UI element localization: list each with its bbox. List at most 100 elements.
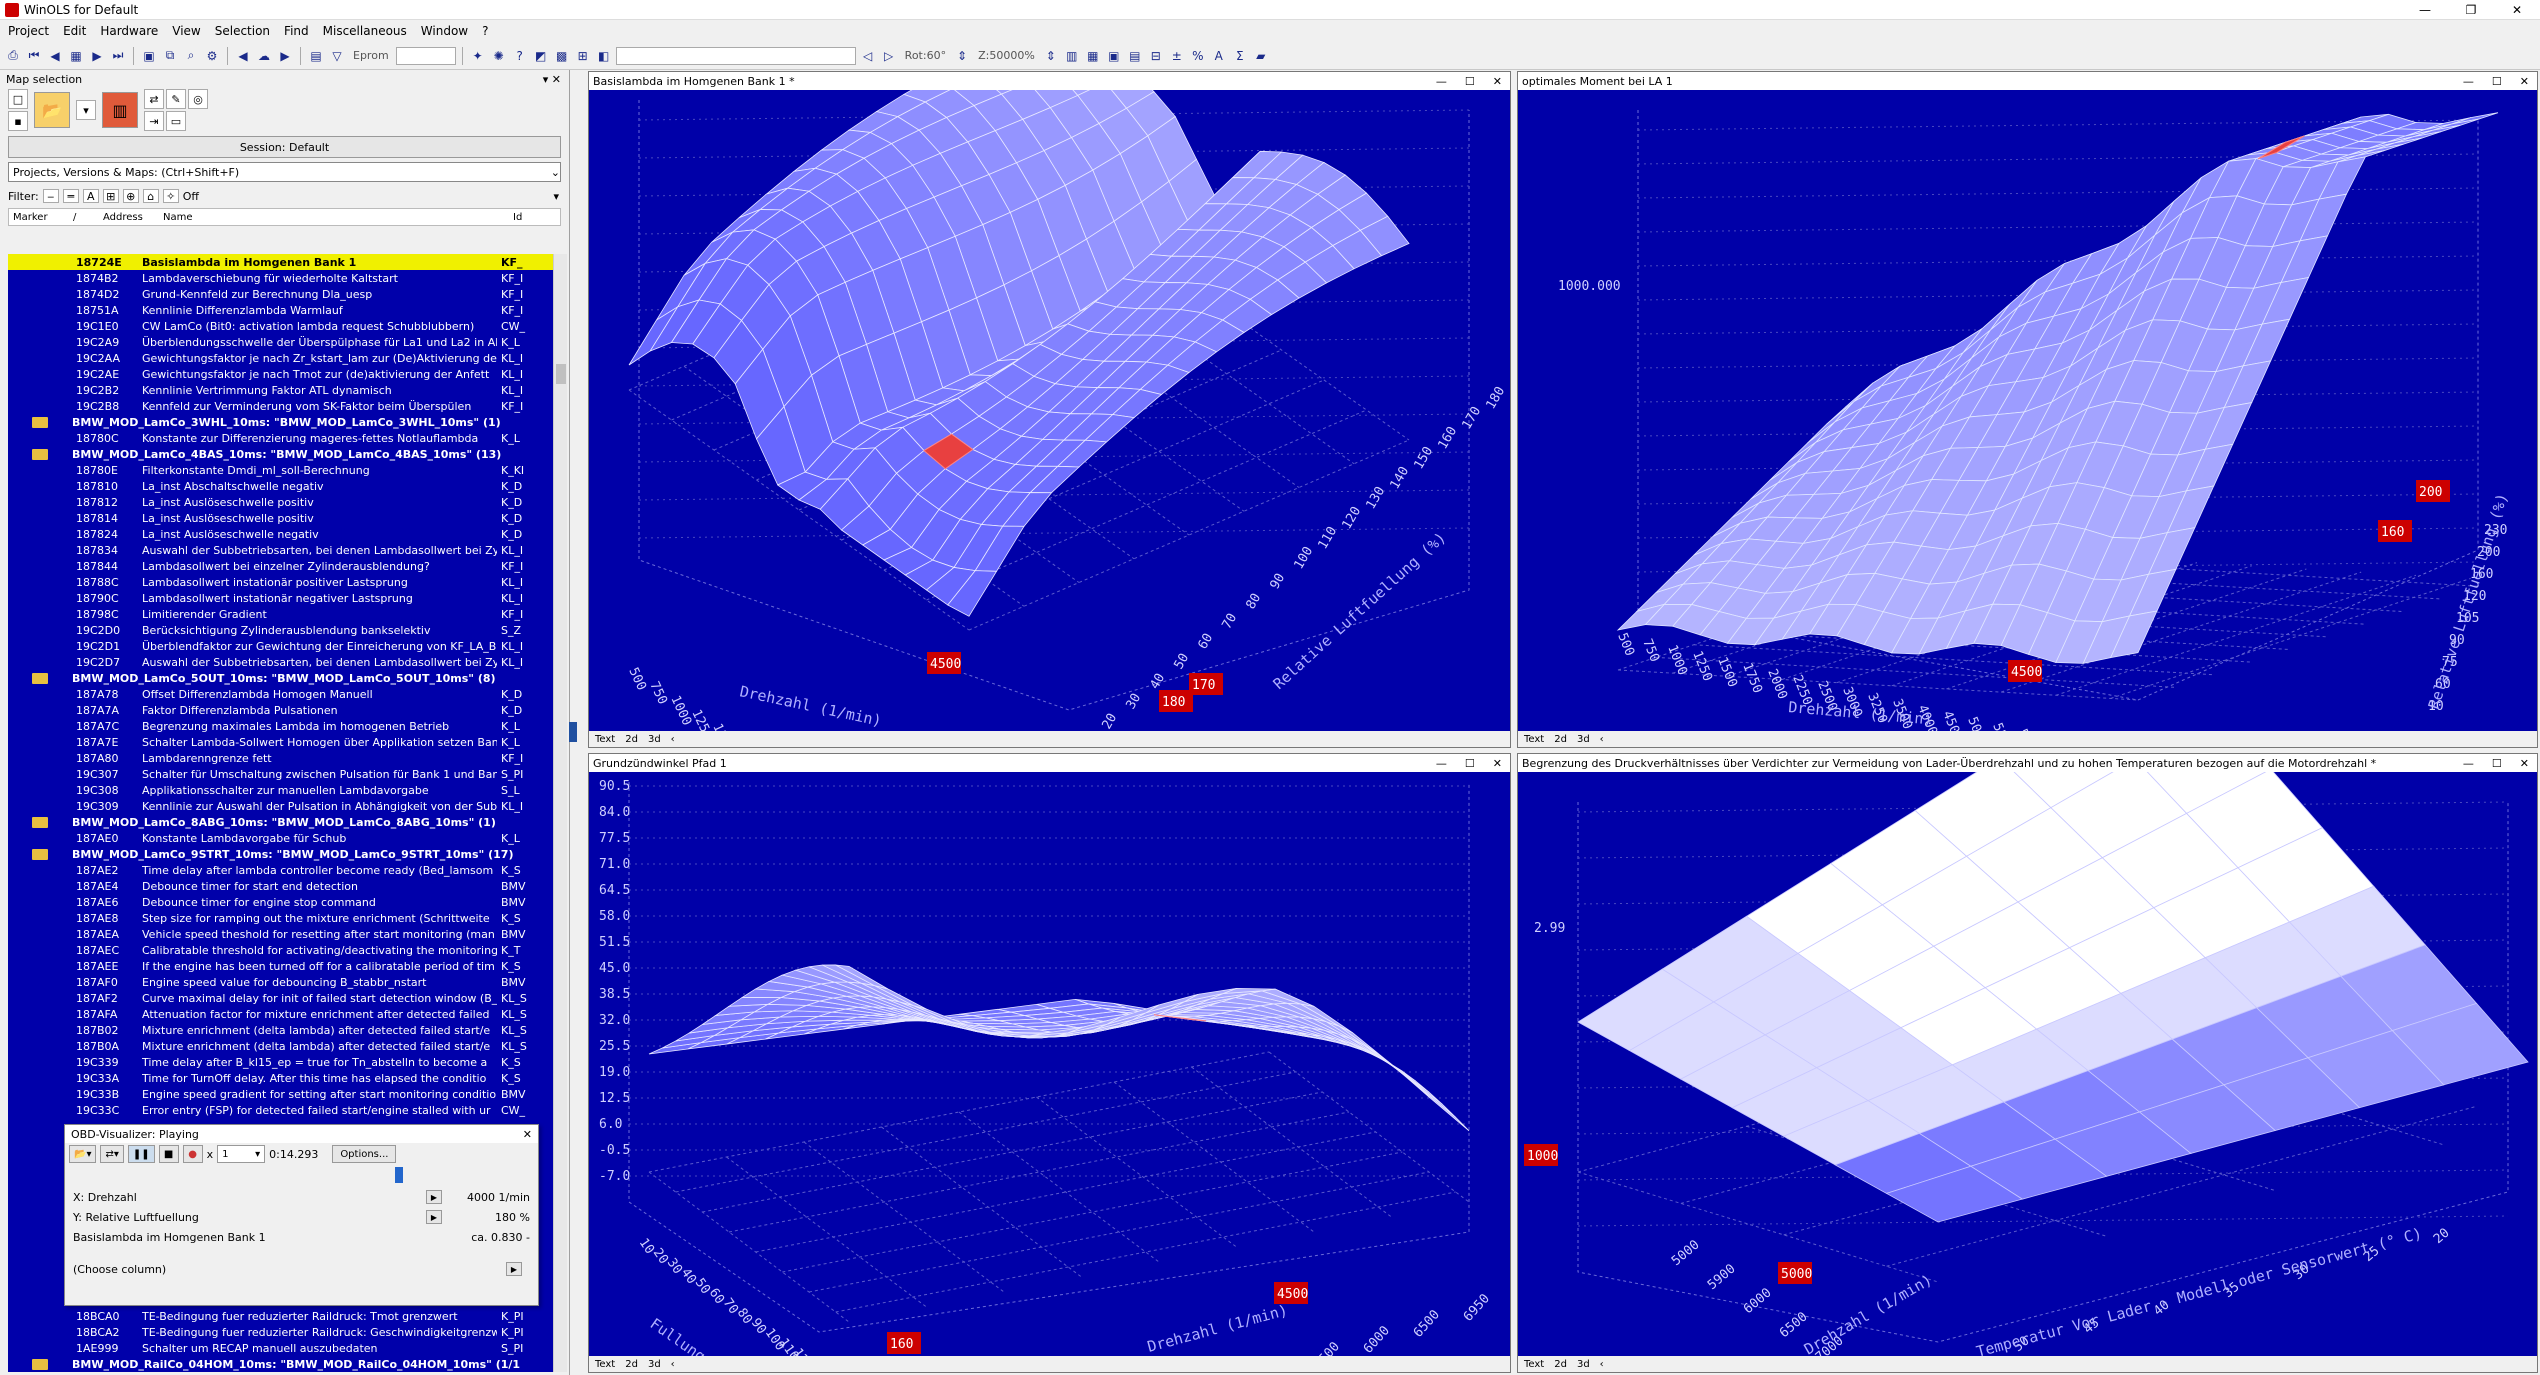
list-folder[interactable]: BMW_MOD_LamCo_8ABG_10ms: "BMW_MOD_LamCo_… xyxy=(8,814,553,830)
list-item[interactable]: 19C308 Applikationsschalter zur manuellen… xyxy=(8,782,553,798)
filter-text-icon[interactable]: A xyxy=(82,189,99,203)
tab-scroll-left-icon[interactable]: ‹ xyxy=(671,734,675,745)
obd-speed-select[interactable]: 1 ▾ xyxy=(217,1145,266,1163)
link-icon[interactable]: ⇄ xyxy=(144,89,164,109)
filter-marked-icon[interactable]: ⊞ xyxy=(102,189,119,203)
open-project-icon[interactable]: 📂 xyxy=(34,92,70,128)
tab-3d[interactable]: 3d xyxy=(1577,1359,1590,1370)
wand-icon[interactable]: ✦ xyxy=(469,47,487,65)
map-3d-view[interactable]: 1000.000500 750 1000 1250 1500 1750 2000 2250 25… xyxy=(1518,90,2537,731)
menu-find[interactable]: Find xyxy=(284,24,309,38)
list-item[interactable]: 19C2AE Gewichtungsfaktor je nach Tmot zur… xyxy=(8,366,553,382)
hex-icon[interactable]: ▣ xyxy=(1105,47,1123,65)
list-item[interactable]: 19C33A Time for TurnOff delay. After this… xyxy=(8,1070,553,1086)
obd-timeline-slider[interactable] xyxy=(65,1165,538,1187)
obd-pause-icon[interactable]: ❚❚ xyxy=(127,1145,155,1163)
list-item[interactable]: 187A7A Faktor Differenzlambda Pulsationen… xyxy=(8,702,553,718)
list-item[interactable]: 19C2AA Gewichtungsfaktor je nach Zr_kstar… xyxy=(8,350,553,366)
export-icon[interactable]: ⇥ xyxy=(144,111,164,131)
list-item[interactable]: 187A80 Lambdarenngrenze fett KF_I xyxy=(8,750,553,766)
close-button[interactable]: ✕ xyxy=(2494,0,2540,20)
splitter-arrow-icon[interactable] xyxy=(569,722,577,742)
list-item[interactable]: 1874D2 Grund-Kennfeld zur Berechnung Dla_… xyxy=(8,286,553,302)
list-item[interactable]: 187AE6 Debounce timer for engine stop com… xyxy=(8,894,553,910)
list-item[interactable]: 19C309 Kennlinie zur Auswahl der Pulsatio… xyxy=(8,798,553,814)
map-window-druckverhaeltnis[interactable]: Begrenzung des Druckverhältnisses über V… xyxy=(1517,753,2538,1373)
tab-3d[interactable]: 3d xyxy=(648,1359,661,1370)
minimize-icon[interactable]: — xyxy=(2463,757,2474,770)
tab-2d[interactable]: 2d xyxy=(1554,1359,1567,1370)
tab-3d[interactable]: 3d xyxy=(1577,734,1590,745)
close-icon[interactable]: ✕ xyxy=(1493,75,1502,88)
list-item[interactable]: 187A7C Begrenzung maximales Lambda im hom… xyxy=(8,718,553,734)
list-folder[interactable]: BMW_MOD_LamCo_5OUT_10ms: "BMW_MOD_LamCo_… xyxy=(8,670,553,686)
tools-icon[interactable]: ⚙ xyxy=(203,47,221,65)
obd-y-arrow-icon[interactable]: ▶ xyxy=(426,1210,442,1224)
map-list-scrollbar[interactable] xyxy=(553,254,567,1372)
list-item[interactable]: 19C33C Error entry (FSP) for detected fai… xyxy=(8,1102,553,1118)
compare-icon[interactable]: ⊞ xyxy=(574,47,592,65)
minimize-icon[interactable]: — xyxy=(2463,75,2474,88)
map-3d-view[interactable]: 5007501000125015002000225025003000350040… xyxy=(589,90,1510,731)
next-icon[interactable]: ▶ xyxy=(276,47,294,65)
grid-icon[interactable]: ▦ xyxy=(67,47,85,65)
map-3d-view[interactable]: 90.5 84.0 77.5 71.0 64.5 58.0 51.5 45.0 38.5 32.0… xyxy=(589,772,1510,1356)
copy-icon[interactable]: ⧉ xyxy=(161,47,179,65)
obd-options-button[interactable]: Options... xyxy=(332,1145,397,1163)
list-item[interactable]: 19C2B2 Kennlinie Vertrimmung Faktor ATL d… xyxy=(8,382,553,398)
list-item[interactable]: 19C33B Engine speed gradient for setting … xyxy=(8,1086,553,1102)
list-item[interactable]: 187AF2 Curve maximal delay for init of fa… xyxy=(8,990,553,1006)
open-dropdown-icon[interactable]: ▾ xyxy=(76,100,96,120)
session-button[interactable]: Session: Default xyxy=(8,136,561,158)
list-item[interactable]: 187A78 Offset Differenzlambda Homogen Man… xyxy=(8,686,553,702)
list-item[interactable]: 19C339 Time delay after B_kl15_ep = true … xyxy=(8,1054,553,1070)
forward-icon[interactable]: ▶ xyxy=(88,47,106,65)
list-item[interactable]: 187AE0 Konstante Lambdavorgabe für Schub K… xyxy=(8,830,553,846)
palette-icon[interactable]: ▰ xyxy=(1252,47,1270,65)
save-icon[interactable]: ▪ xyxy=(8,111,28,131)
list-item[interactable]: 19C2D7 Auswahl der Subbetriebsarten, bei … xyxy=(8,654,553,670)
list-item[interactable]: 187AEE If the engine has been turned off … xyxy=(8,958,553,974)
list-item[interactable]: 187A7E Schalter Lambda-Sollwert Homogen ü… xyxy=(8,734,553,750)
col-marker[interactable]: Marker xyxy=(9,212,69,223)
list-item[interactable]: 19C2B8 Kennfeld zur Verminderung vom SK-F… xyxy=(8,398,553,414)
value-field[interactable] xyxy=(615,46,856,65)
left-arrow-icon[interactable]: ◁ xyxy=(859,47,877,65)
prev-icon[interactable]: ◀ xyxy=(234,47,252,65)
new-file-icon[interactable]: □ xyxy=(8,89,28,109)
list-item[interactable]: 187AEA Vehicle speed theshold for resetti… xyxy=(8,926,553,942)
list-item[interactable]: 18788C Lambdasollwert instationär positiv… xyxy=(8,574,553,590)
list-folder[interactable]: BMW_MOD_LamCo_3WHL_10ms: "BMW_MOD_LamCo_… xyxy=(8,414,553,430)
maximize-icon[interactable]: ☐ xyxy=(1465,75,1475,88)
print-icon[interactable]: ⎙ xyxy=(4,47,22,65)
sum-icon[interactable]: Σ xyxy=(1231,47,1249,65)
list-item[interactable]: 187810 La_inst Abschaltschwelle negativ K_… xyxy=(8,478,553,494)
list-folder[interactable]: BMW_MOD_RailCo_04HOM_10ms: "BMW_MOD_Rail… xyxy=(8,1356,553,1372)
list-item[interactable]: 19C2A9 Überblendungsschwelle der Überspül… xyxy=(8,334,553,350)
obd-open-icon[interactable]: 📂▾ xyxy=(69,1145,97,1163)
obd-choose-arrow-icon[interactable]: ▶ xyxy=(506,1262,522,1276)
filter-tag-icon[interactable]: ⌂ xyxy=(142,189,159,203)
menu-project[interactable]: Project xyxy=(8,24,49,38)
bits-icon[interactable]: ⊟ xyxy=(1147,47,1165,65)
minimize-button[interactable]: — xyxy=(2402,0,2448,20)
maximize-icon[interactable]: ☐ xyxy=(2492,75,2502,88)
cloud-icon[interactable]: ☁ xyxy=(255,47,273,65)
tab-text[interactable]: Text xyxy=(1524,734,1544,745)
filter-off-button[interactable]: Off xyxy=(183,190,199,203)
maximize-icon[interactable]: ☐ xyxy=(2492,757,2502,770)
obd-choose-column[interactable]: (Choose column) xyxy=(73,1263,498,1276)
minimize-icon[interactable]: — xyxy=(1436,75,1447,88)
list-folder[interactable]: BMW_MOD_LamCo_9STRT_10ms: "BMW_MOD_LamCo… xyxy=(8,846,553,862)
list-item[interactable]: 19C307 Schalter für Umschaltung zwischen … xyxy=(8,766,553,782)
obd-slider-knob[interactable] xyxy=(395,1167,403,1183)
projects-search-box[interactable]: Projects, Versions & Maps: (Ctrl+Shift+F… xyxy=(8,162,561,182)
select-icon[interactable]: ▣ xyxy=(140,47,158,65)
eprom-field[interactable] xyxy=(395,46,456,65)
dec-icon[interactable]: ▤ xyxy=(1126,47,1144,65)
map-icon[interactable]: ▩ xyxy=(553,47,571,65)
globe-icon[interactable]: ◎ xyxy=(188,89,208,109)
list-item[interactable]: 18BCA2 TE-Bedingung fuer reduzierter Rail… xyxy=(8,1324,553,1340)
obd-stop-icon[interactable]: ■ xyxy=(158,1145,179,1163)
list-item[interactable]: 187834 Auswahl der Subbetriebsarten, bei … xyxy=(8,542,553,558)
